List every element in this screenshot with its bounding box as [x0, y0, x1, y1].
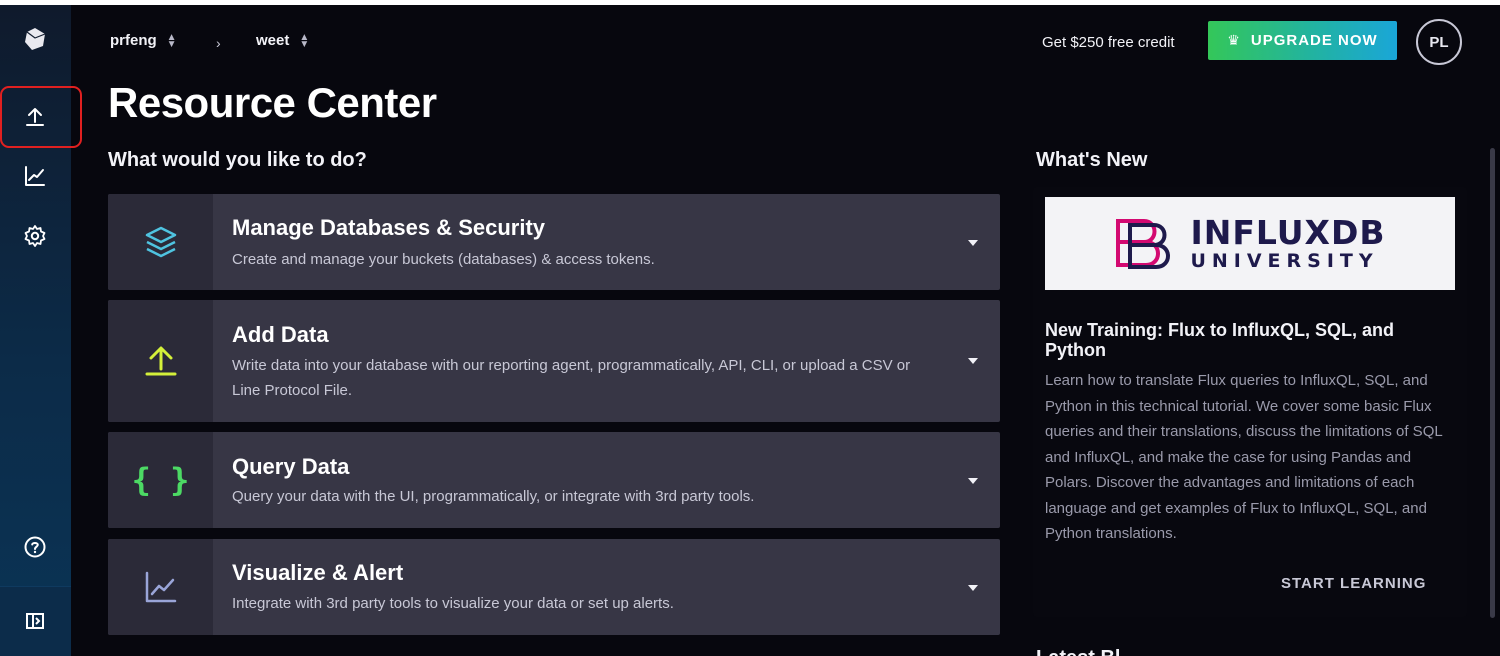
card-icon-cell — [108, 539, 213, 635]
card-description: Query your data with the UI, programmati… — [232, 488, 755, 505]
braces-icon: { } — [131, 461, 190, 499]
card-title: Add Data — [232, 322, 329, 347]
news-title[interactable]: New Training: Flux to InfluxQL, SQL, and… — [1045, 320, 1455, 360]
sidebar — [0, 5, 82, 656]
breadcrumb-separator: › — [216, 35, 221, 51]
chevron-updown-icon: ▲ ▼ — [166, 31, 177, 50]
chevron-updown-icon: ▲ ▼ — [299, 31, 310, 50]
page-title: Resource Center — [108, 79, 437, 126]
card-manage-databases[interactable]: Manage Databases & Security Create and m… — [108, 194, 1000, 290]
org-selector[interactable]: prfeng ▲ ▼ — [110, 32, 177, 49]
upgrade-label: UPGRADE NOW — [1250, 32, 1378, 49]
banner-line-1: INFLUXDB — [1190, 212, 1386, 252]
actions-section-title: What would you like to do? — [108, 149, 367, 171]
card-description: Integrate with 3rd party tools to visual… — [232, 595, 674, 612]
avatar[interactable]: PL — [1416, 19, 1462, 65]
upgrade-now-button[interactable]: ♛ UPGRADE NOW — [1208, 21, 1397, 60]
influxdb-university-logo-icon — [1116, 218, 1171, 269]
news-banner-text: INFLUXDB UNIVERSITY — [1190, 212, 1386, 272]
bucket-name: weet — [256, 32, 290, 49]
upload-icon — [145, 346, 176, 376]
chevron-down-icon[interactable] — [968, 585, 978, 591]
card-query-data[interactable]: { } Query Data Query your data with the … — [108, 432, 1000, 528]
card-add-data[interactable]: Add Data Write data into your database w… — [108, 300, 1000, 422]
news-body: Learn how to translate Flux queries to I… — [1045, 372, 1443, 542]
whats-new-panel: INFLUXDB UNIVERSITY New Training: Flux t… — [1033, 187, 1467, 617]
whats-new-title: What's New — [1036, 149, 1148, 171]
chevron-down-icon[interactable] — [968, 240, 978, 246]
chevron-down-icon[interactable] — [968, 358, 978, 364]
card-description: Write data into your database with our r… — [232, 357, 911, 399]
line-chart-icon — [145, 571, 176, 603]
app-window: prfeng ▲ ▼ › weet ▲ ▼ Get $250 free credit… — [0, 5, 1500, 656]
collapse-sidebar-icon[interactable] — [10, 599, 60, 643]
card-icon-cell — [108, 194, 213, 290]
card-description: Create and manage your buckets (database… — [232, 251, 655, 268]
chevron-down-icon[interactable] — [968, 478, 978, 484]
card-visualize-alert[interactable]: Visualize & Alert Integrate with 3rd par… — [108, 539, 1000, 635]
banner-line-2: UNIVERSITY — [1190, 249, 1379, 272]
latest-blog-title: Latest Bl — [1036, 647, 1120, 656]
card-icon-cell: { } — [108, 432, 213, 528]
gear-icon[interactable] — [10, 214, 60, 258]
line-chart-icon[interactable] — [10, 154, 60, 198]
upload-icon[interactable] — [10, 95, 60, 139]
news-banner[interactable]: INFLUXDB UNIVERSITY — [1045, 197, 1455, 290]
crown-icon: ♛ — [1227, 32, 1241, 48]
free-credit-text: Get $250 free credit — [1042, 34, 1175, 51]
card-title: Manage Databases & Security — [232, 215, 546, 240]
influx-logo-icon[interactable] — [10, 17, 60, 61]
card-title: Visualize & Alert — [232, 560, 404, 585]
card-title: Query Data — [232, 454, 350, 479]
layers-icon — [145, 226, 176, 258]
help-icon[interactable] — [10, 525, 60, 569]
sidebar-footer — [0, 586, 71, 656]
card-icon-cell — [108, 300, 213, 422]
scrollbar[interactable] — [1490, 148, 1495, 618]
org-name: prfeng — [110, 32, 157, 49]
bucket-selector[interactable]: weet ▲ ▼ — [256, 32, 309, 49]
start-learning-link[interactable]: START LEARNING — [1281, 575, 1426, 592]
